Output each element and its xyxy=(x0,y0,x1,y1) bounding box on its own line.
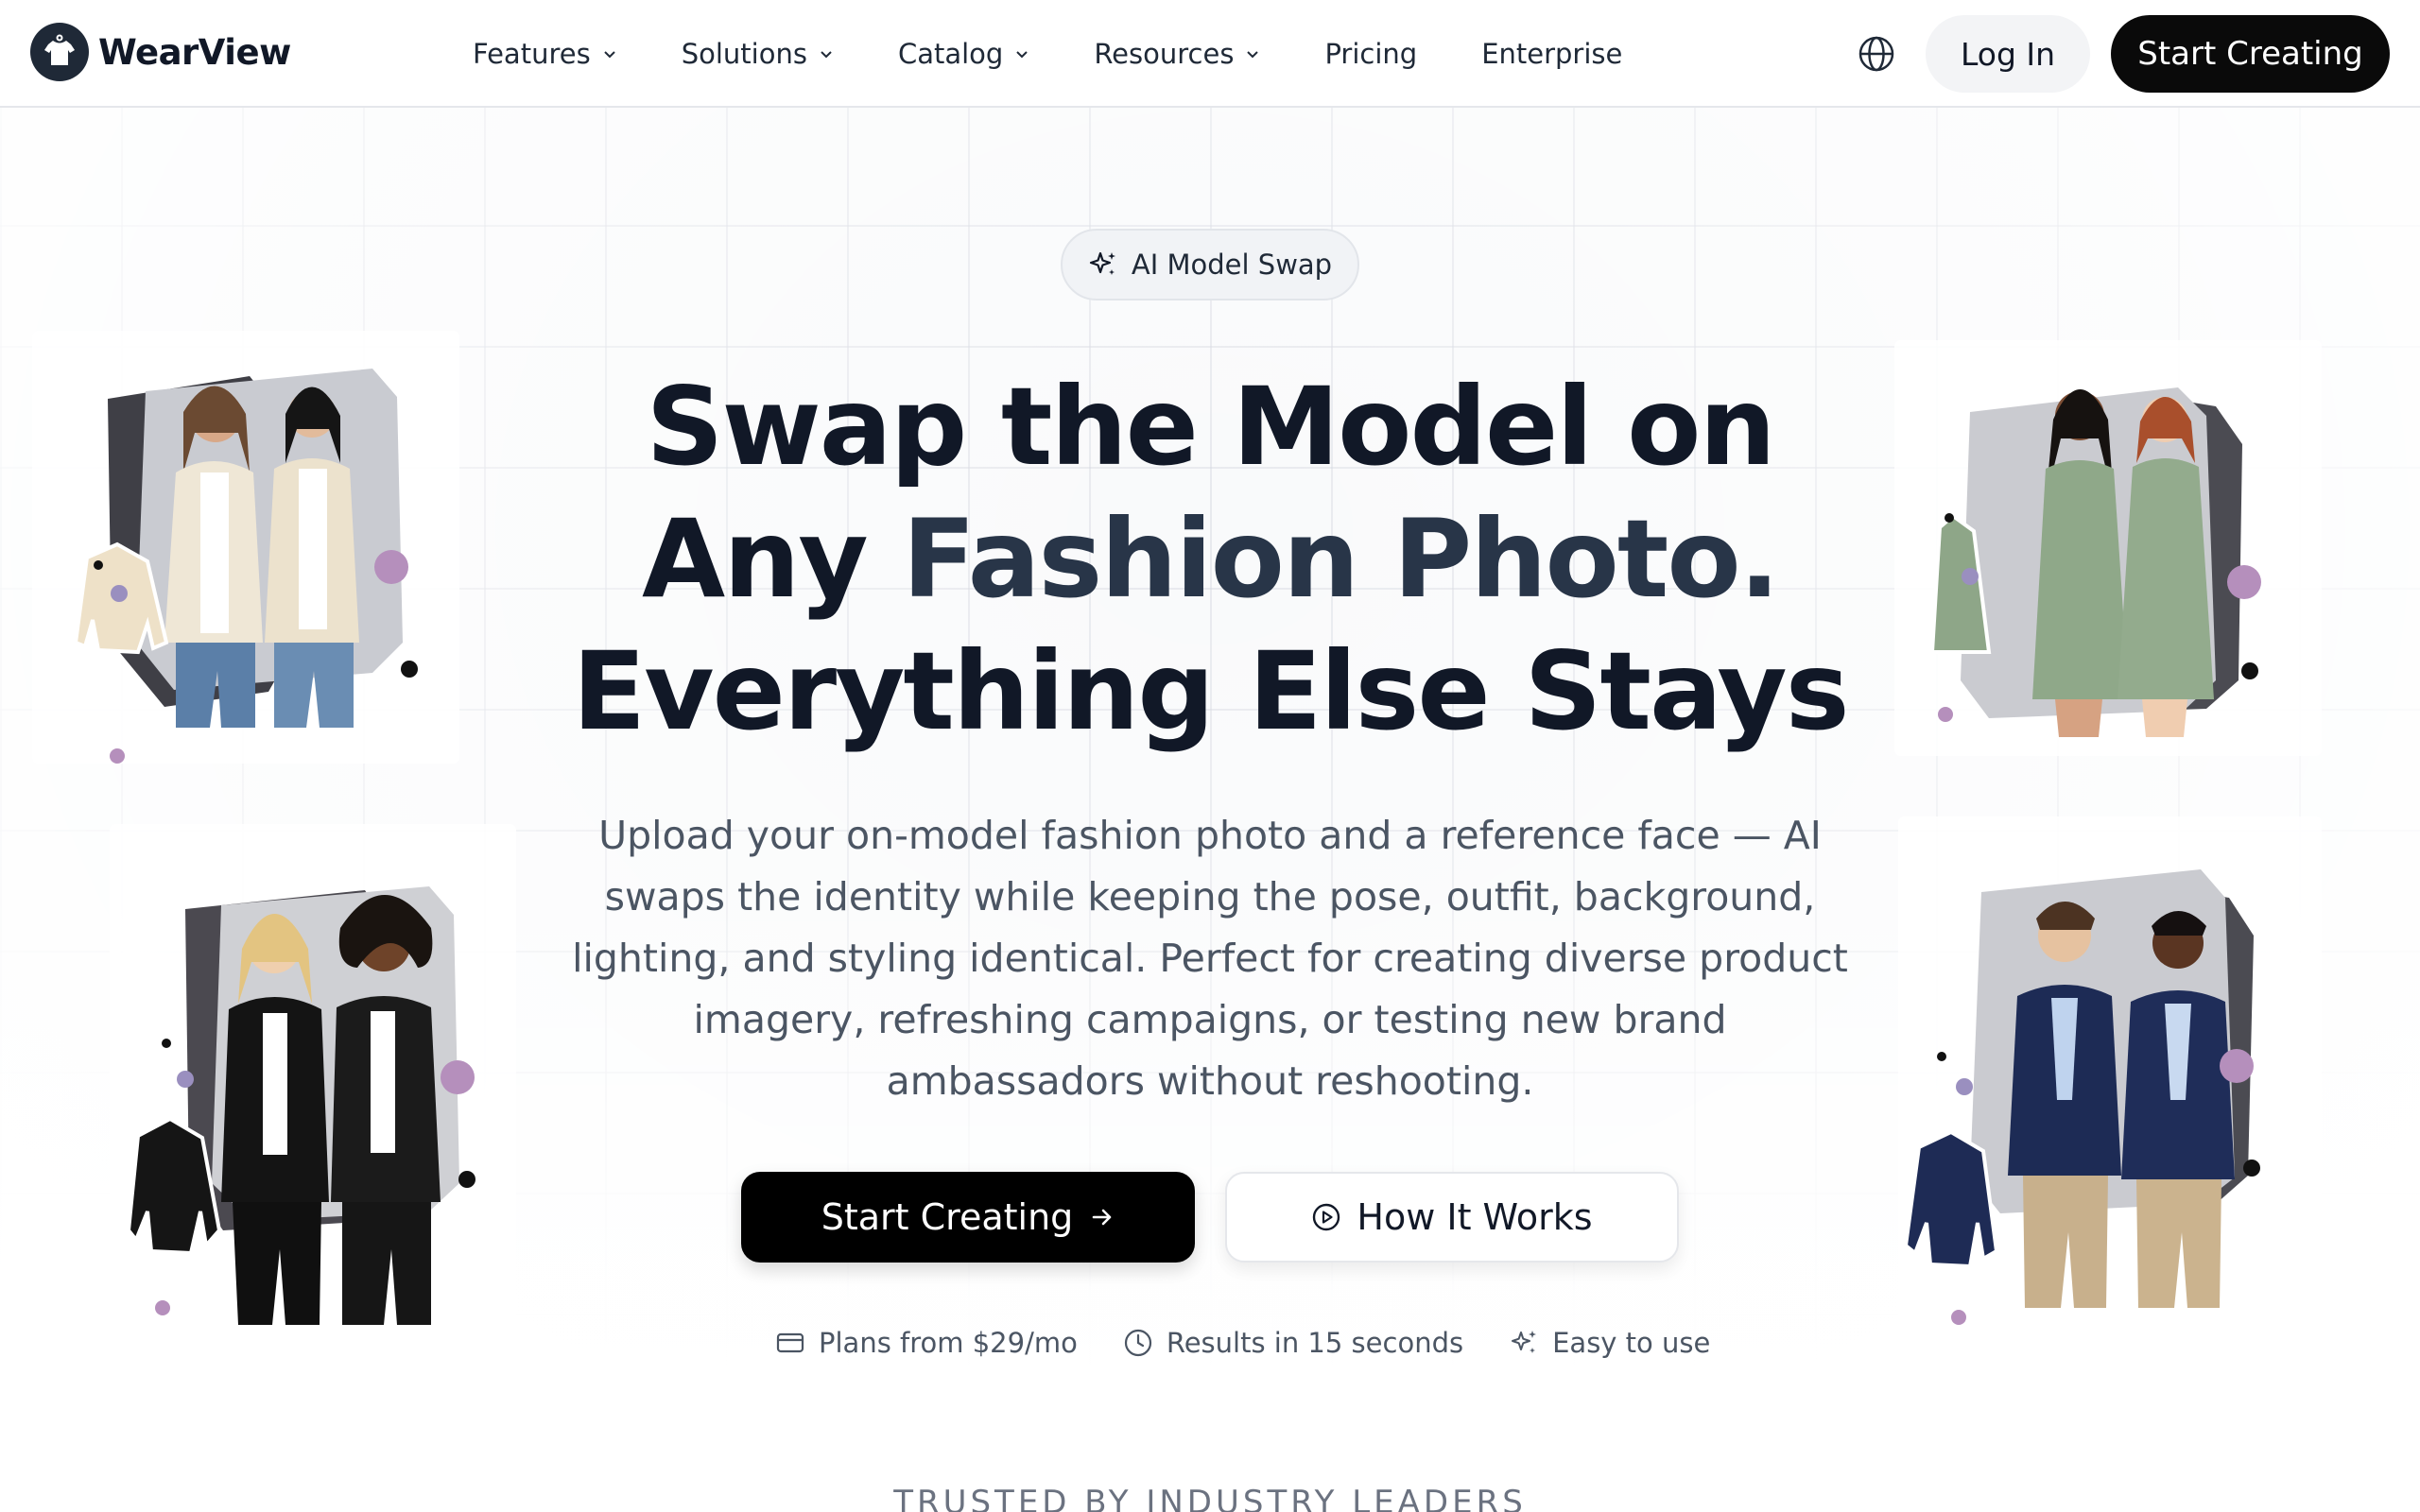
chevron-down-icon xyxy=(1247,51,1259,59)
headline-line-1: Swap the Model on xyxy=(646,364,1775,490)
login-button[interactable]: Log In xyxy=(1926,15,2090,93)
model-photo-leather-jackets xyxy=(110,824,516,1372)
headline-line-2-start: Any xyxy=(642,496,903,622)
tshirt-logo-icon xyxy=(30,23,89,81)
feature-label: Plans from $29/mo xyxy=(819,1327,1078,1359)
headline-line-2-accent: Fashion Photo. xyxy=(902,496,1780,622)
sparkles-icon xyxy=(1512,1331,1537,1353)
nav-item-resources[interactable]: Resources xyxy=(1094,38,1260,70)
hero-subtitle: Upload your on-model fashion photo and a… xyxy=(572,813,1848,1104)
start-creating-button[interactable]: Start Creating xyxy=(741,1172,1195,1263)
nav-item-enterprise[interactable]: Enterprise xyxy=(1481,38,1622,70)
hero-feature-list: Plans from $29/mo Results in 15 seconds … xyxy=(775,1319,1755,1366)
hero-section: AI Model Swap Swap the Model on Any Fash… xyxy=(0,108,2420,1512)
arrow-right-icon xyxy=(1092,1209,1112,1226)
hero-headline: Swap the Model on Any Fashion Photo. Eve… xyxy=(454,361,1966,758)
play-circle-icon xyxy=(1313,1203,1340,1231)
nav-item-label: Features xyxy=(473,38,591,70)
feature-item-pricing: Plans from $29/mo xyxy=(775,1327,1078,1359)
nav-item-label: Enterprise xyxy=(1481,38,1623,70)
credit-card-icon xyxy=(776,1332,804,1353)
brand-logo[interactable]: WearView xyxy=(30,23,291,81)
nav-item-pricing[interactable]: Pricing xyxy=(1324,38,1417,70)
feature-label: Easy to use xyxy=(1552,1327,1711,1359)
sparkles-icon xyxy=(1089,251,1115,275)
model-photo-navy-blazers xyxy=(1898,816,2322,1346)
clock-icon xyxy=(1124,1329,1151,1357)
nav-item-label: Resources xyxy=(1094,38,1235,70)
nav-item-features[interactable]: Features xyxy=(473,38,617,70)
feature-item-ease: Easy to use xyxy=(1509,1327,1710,1359)
badge-label: AI Model Swap xyxy=(1131,249,1333,281)
headline-line-3: Everything Else Stays xyxy=(572,628,1849,754)
brand-name: WearView xyxy=(98,31,291,73)
trusted-by-heading: TRUSTED BY INDUSTRY LEADERS xyxy=(893,1484,1527,1512)
top-navbar: WearView Features Solutions Catalog Reso… xyxy=(0,0,2420,108)
feature-badge: AI Model Swap xyxy=(1061,229,1359,301)
start-creating-label: Start Creating xyxy=(821,1196,1074,1238)
feature-label: Results in 15 seconds xyxy=(1166,1327,1464,1359)
chevron-down-icon xyxy=(821,51,832,59)
chevron-down-icon xyxy=(603,51,615,59)
start-creating-nav-button[interactable]: Start Creating xyxy=(2111,15,2390,93)
how-it-works-label: How It Works xyxy=(1357,1196,1593,1238)
how-it-works-button[interactable]: How It Works xyxy=(1225,1172,1679,1263)
nav-item-solutions[interactable]: Solutions xyxy=(682,38,834,70)
nav-item-label: Solutions xyxy=(681,38,807,70)
feature-item-speed: Results in 15 seconds xyxy=(1123,1327,1463,1359)
chevron-down-icon xyxy=(1016,51,1028,59)
nav-item-label: Catalog xyxy=(897,38,1004,70)
globe-icon[interactable] xyxy=(1855,32,1898,76)
nav-item-catalog[interactable]: Catalog xyxy=(898,38,1029,70)
model-photo-cardigans xyxy=(32,331,459,764)
primary-nav: Features Solutions Catalog Resources Pri… xyxy=(473,0,1686,108)
nav-item-label: Pricing xyxy=(1324,38,1418,70)
